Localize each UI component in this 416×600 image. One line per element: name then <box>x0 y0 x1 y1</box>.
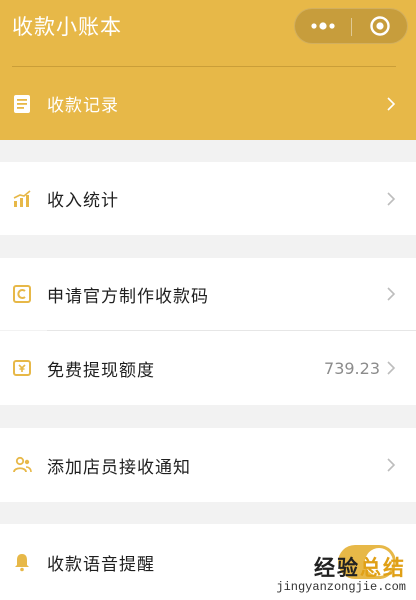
withdraw-amount: 739.23 <box>324 358 380 378</box>
menu-item-label: 收款语音提醒 <box>47 554 155 575</box>
app-title: 收款小账本 <box>12 15 122 39</box>
clerk-icon <box>12 455 32 475</box>
chevron-right-icon <box>387 96 396 111</box>
menu-item-free-withdraw[interactable]: 免费提现额度 739.23 <box>0 331 416 405</box>
watermark: 经验总结 jingyanzongjie.com <box>276 556 406 594</box>
chevron-right-icon <box>387 287 396 301</box>
chevron-right-icon <box>387 361 396 375</box>
close-button[interactable] <box>352 9 408 43</box>
watermark-url: jingyanzongjie.com <box>276 580 406 594</box>
more-dots-icon <box>311 22 335 30</box>
header-bar: 收款小账本 收款记录 <box>0 0 416 140</box>
menu-item-label: 申请官方制作收款码 <box>47 286 209 307</box>
menu-item-label: 收入统计 <box>47 191 119 211</box>
watermark-title: 经验总结 <box>314 556 406 580</box>
chevron-right-icon <box>387 458 396 472</box>
qrcode-apply-icon <box>12 284 32 304</box>
menu-item-add-clerk[interactable]: 添加店员接收通知 <box>0 428 416 502</box>
more-button[interactable] <box>295 9 351 43</box>
chevron-right-icon <box>387 191 396 206</box>
mini-program-capsule <box>294 8 408 44</box>
target-close-icon <box>370 16 390 36</box>
bar-chart-icon <box>12 189 32 209</box>
menu-item-label: 添加店员接收通知 <box>47 457 191 478</box>
menu-item-income-stats[interactable]: 收入统计 <box>0 162 416 235</box>
bell-icon <box>12 552 32 572</box>
document-icon <box>12 94 32 114</box>
menu-item-payment-records[interactable]: 收款记录 <box>0 67 416 140</box>
menu-item-label: 收款记录 <box>47 96 119 116</box>
menu-item-apply-qrcode[interactable]: 申请官方制作收款码 <box>0 258 416 330</box>
wallet-icon <box>12 358 32 378</box>
menu-item-label: 免费提现额度 <box>47 360 155 381</box>
